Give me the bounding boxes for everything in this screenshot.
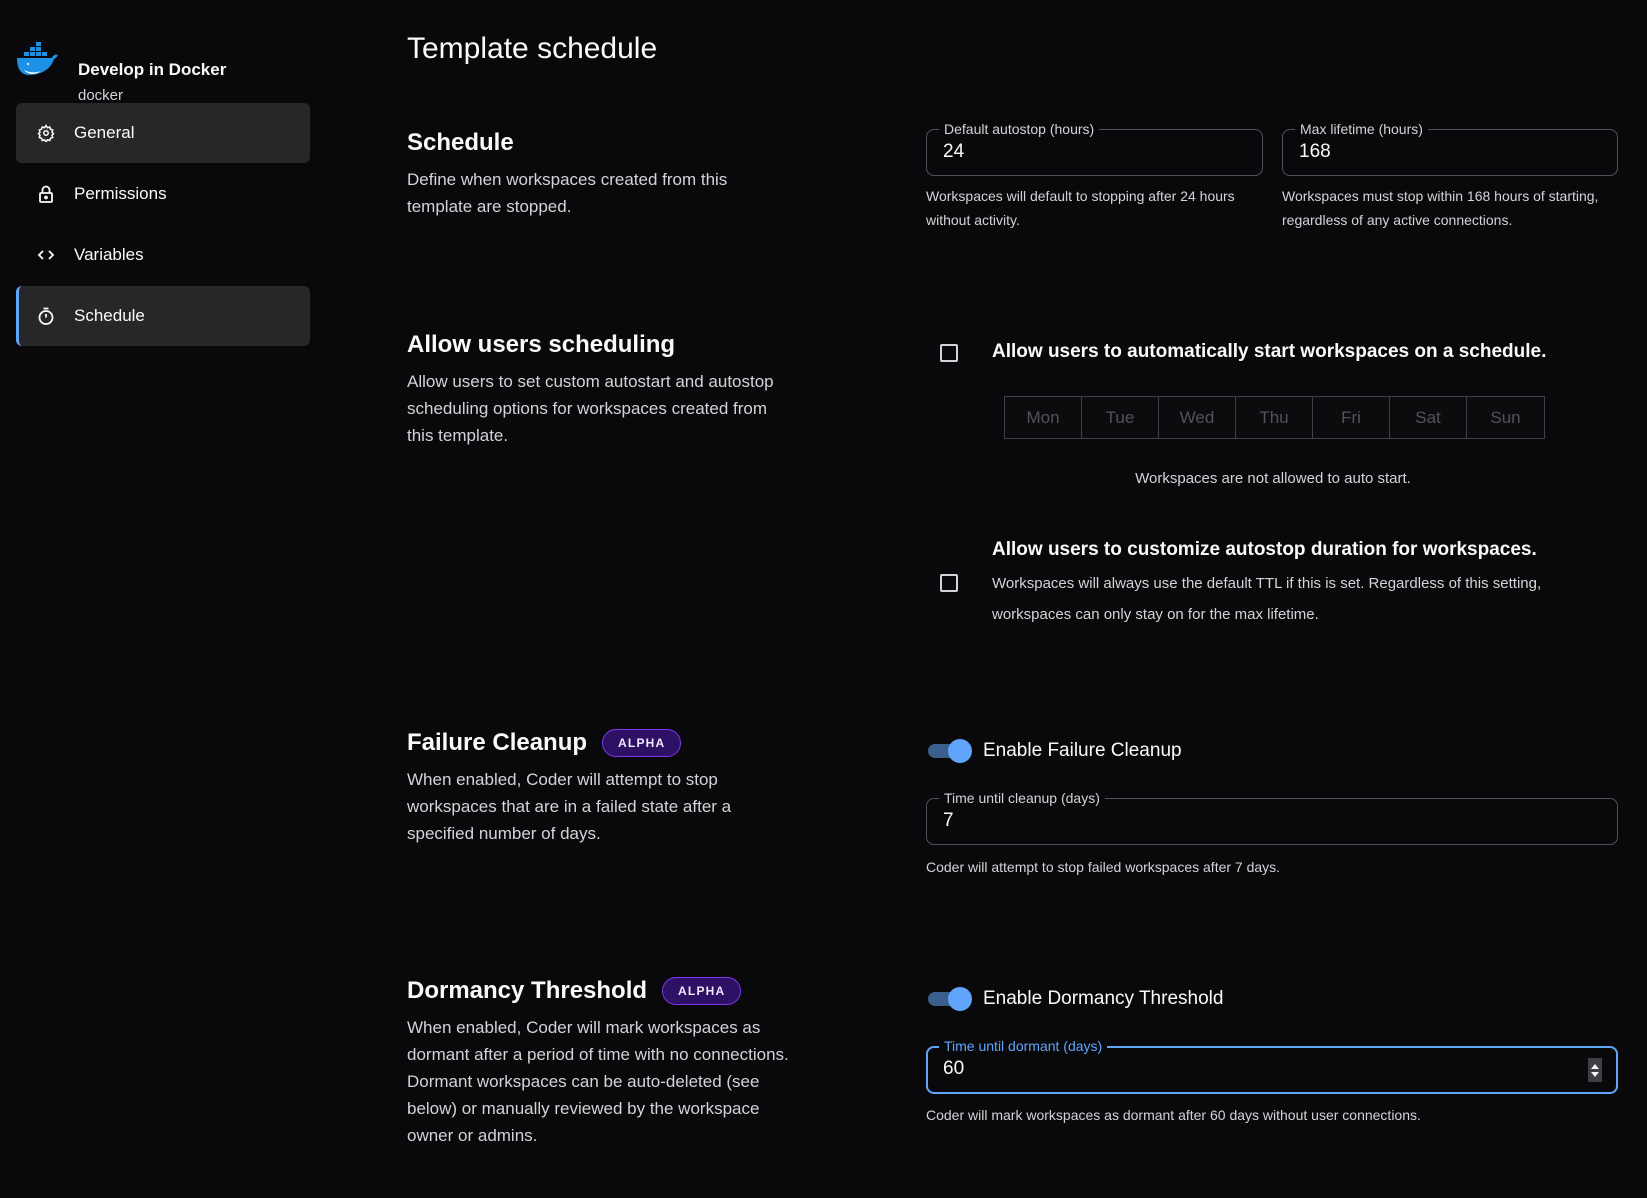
dormancy-section-header: Dormancy Threshold ALPHA When enabled, C…	[407, 974, 807, 1149]
autostart-label: Allow users to automatically start works…	[992, 341, 1547, 362]
dormant-days-helper: Coder will mark workspaces as dormant af…	[926, 1107, 1421, 1123]
section-description: Define when workspaces created from this…	[407, 170, 728, 216]
allow-scheduling-section-header: Allow users scheduling Allow users to se…	[407, 328, 807, 449]
day-button-tue[interactable]: Tue	[1082, 397, 1159, 438]
template-name: Develop in Docker	[78, 60, 227, 79]
autostart-status: Workspaces are not allowed to auto start…	[1135, 470, 1411, 487]
field-label: Time until dormant (days)	[939, 1037, 1108, 1055]
max-lifetime-field[interactable]: Max lifetime (hours)	[1282, 120, 1618, 176]
field-label: Max lifetime (hours)	[1295, 120, 1428, 138]
day-button-wed[interactable]: Wed	[1159, 397, 1236, 438]
sidebar-item-schedule[interactable]: Schedule	[16, 286, 310, 346]
section-description: Allow users to set custom autostart and …	[407, 372, 774, 445]
section-title-text: Failure Cleanup	[407, 729, 588, 756]
max-lifetime-helper: Workspaces must stop within 168 hours of…	[1282, 188, 1599, 228]
timer-icon	[36, 306, 56, 326]
sidebar-item-label: Variables	[74, 245, 144, 264]
section-title: Dormancy Threshold ALPHA	[407, 974, 807, 1008]
cleanup-days-input[interactable]	[943, 810, 1495, 832]
gear-icon	[36, 123, 56, 143]
default-autostop-input[interactable]	[943, 141, 1211, 163]
dormant-days-field[interactable]: Time until dormant (days)	[926, 1037, 1618, 1094]
dormancy-toggle[interactable]	[926, 987, 972, 1011]
alpha-badge: ALPHA	[602, 729, 682, 757]
sidebar-item-general[interactable]: General	[16, 103, 310, 163]
autostop-description: Workspaces will always use the default T…	[992, 575, 1542, 623]
template-header: Develop in Docker docker	[16, 28, 310, 104]
stepper-up-icon[interactable]	[1591, 1063, 1599, 1069]
docker-whale-icon	[17, 42, 58, 75]
toggle-thumb	[948, 739, 972, 763]
cleanup-days-field[interactable]: Time until cleanup (days)	[926, 789, 1618, 845]
failure-cleanup-toggle-label: Enable Failure Cleanup	[983, 740, 1182, 761]
day-button-fri[interactable]: Fri	[1313, 397, 1390, 438]
autostop-label: Allow users to customize autostop durati…	[992, 539, 1537, 560]
number-stepper[interactable]	[1588, 1058, 1602, 1082]
autostart-checkbox[interactable]	[940, 344, 958, 362]
day-button-sun[interactable]: Sun	[1467, 397, 1544, 438]
day-button-sat[interactable]: Sat	[1390, 397, 1467, 438]
failure-cleanup-toggle[interactable]	[926, 739, 972, 763]
section-title: Schedule	[407, 129, 514, 156]
sidebar-item-label: Schedule	[74, 306, 145, 325]
day-button-thu[interactable]: Thu	[1236, 397, 1313, 438]
field-label: Default autostop (hours)	[939, 120, 1100, 138]
section-title-text: Dormancy Threshold	[407, 977, 648, 1004]
cleanup-days-helper: Coder will attempt to stop failed worksp…	[926, 859, 1281, 875]
sidebar-item-variables[interactable]: Variables	[16, 225, 310, 285]
section-title: Failure Cleanup ALPHA	[407, 726, 807, 760]
default-autostop-helper: Workspaces will default to stopping afte…	[926, 188, 1235, 228]
lock-icon	[36, 184, 56, 204]
sidebar-item-permissions[interactable]: Permissions	[16, 164, 310, 224]
template-slug: docker	[78, 87, 124, 104]
toggle-thumb	[948, 987, 972, 1011]
failure-cleanup-section-header: Failure Cleanup ALPHA When enabled, Code…	[407, 726, 807, 847]
autostop-checkbox[interactable]	[940, 574, 958, 592]
section-title: Allow users scheduling	[407, 331, 676, 358]
dormancy-toggle-label: Enable Dormancy Threshold	[983, 988, 1224, 1009]
page-title: Template schedule	[407, 32, 658, 65]
default-autostop-field[interactable]: Default autostop (hours)	[926, 120, 1263, 176]
dormant-days-input[interactable]	[943, 1058, 1494, 1080]
sidebar-item-label: Permissions	[74, 184, 167, 203]
autostart-days-group: Mon Tue Wed Thu Fri Sat Sun	[1004, 396, 1545, 439]
stepper-down-icon[interactable]	[1591, 1071, 1599, 1077]
day-button-mon[interactable]: Mon	[1005, 397, 1082, 438]
section-description: When enabled, Coder will attempt to stop…	[407, 770, 732, 843]
max-lifetime-input[interactable]	[1299, 141, 1567, 163]
field-label: Time until cleanup (days)	[939, 789, 1105, 807]
section-description: When enabled, Coder will mark workspaces…	[407, 1018, 789, 1145]
alpha-badge: ALPHA	[662, 977, 742, 1005]
schedule-section-header: Schedule Define when workspaces created …	[407, 126, 807, 220]
code-icon	[36, 245, 56, 265]
sidebar-item-label: General	[74, 123, 135, 142]
